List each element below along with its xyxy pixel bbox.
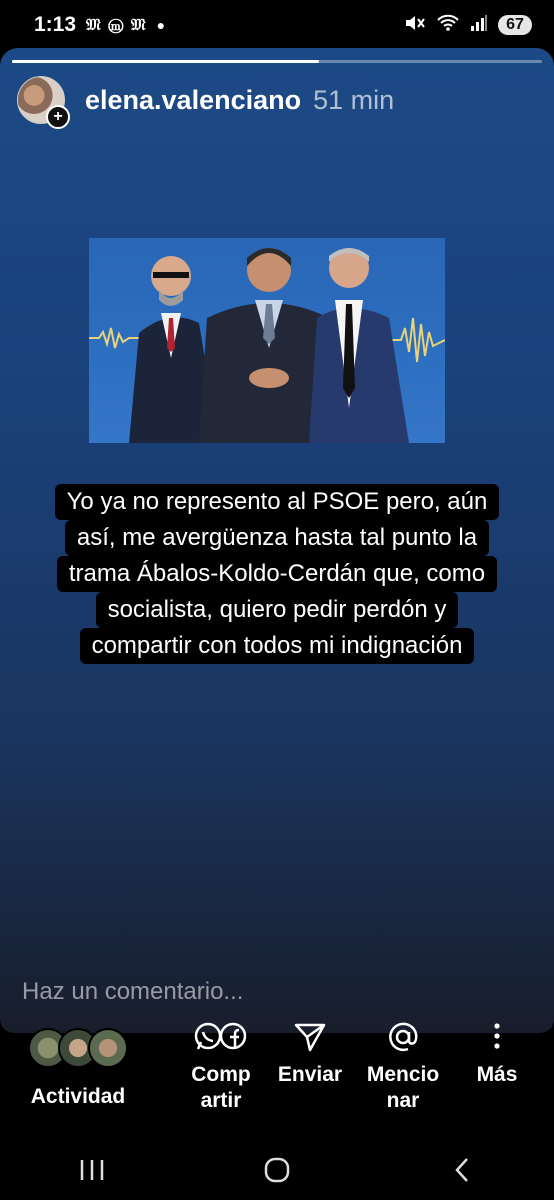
more-notifications-dot: ● bbox=[156, 17, 166, 33]
more-vertical-icon bbox=[462, 1020, 532, 1054]
mention-label-2: nar bbox=[386, 1089, 420, 1112]
activity-label: Actividad bbox=[30, 1085, 126, 1108]
send-icon bbox=[270, 1020, 350, 1054]
mute-icon bbox=[404, 13, 426, 38]
recent-apps-button[interactable] bbox=[62, 1150, 122, 1190]
add-story-plus-icon[interactable]: + bbox=[46, 105, 70, 129]
caption-line: compartir con todos mi indignación bbox=[79, 628, 475, 664]
wifi-icon bbox=[436, 13, 460, 38]
battery-indicator: 67 bbox=[498, 15, 532, 35]
activity-button[interactable]: Actividad bbox=[18, 1028, 138, 1110]
caption-line: así, me avergüenza hasta tal punto la bbox=[64, 520, 490, 556]
at-sign-icon bbox=[356, 1020, 450, 1054]
notification-icons: 𝔐 ⓜ 𝔐 bbox=[86, 15, 147, 34]
home-icon bbox=[264, 1157, 290, 1183]
caption-line: Yo ya no represento al PSOE pero, aún bbox=[54, 484, 500, 520]
home-button[interactable] bbox=[247, 1150, 307, 1190]
whatsapp-facebook-icon bbox=[180, 1020, 262, 1054]
send-label: Enviar bbox=[277, 1063, 343, 1086]
story-card[interactable]: + elena.valenciano 51 min Yo ya no repre… bbox=[0, 48, 554, 1033]
mention-label-1: Mencio bbox=[366, 1063, 440, 1086]
story-action-bar: Actividad Comp artir Enviar Mencio nar M… bbox=[0, 1020, 554, 1140]
activity-viewer-avatars bbox=[18, 1028, 138, 1068]
more-button[interactable]: Más bbox=[462, 1020, 532, 1088]
avatar[interactable]: + bbox=[17, 76, 70, 129]
person-right bbox=[309, 248, 409, 443]
status-time: 1:13 bbox=[34, 13, 77, 36]
story-time-ago: 51 min bbox=[313, 84, 395, 115]
system-nav-bar bbox=[0, 1140, 554, 1200]
sound-wave-left bbox=[89, 327, 139, 349]
sound-wave-right bbox=[389, 317, 445, 363]
status-bar: 1:13 𝔐 ⓜ 𝔐 ● 67 bbox=[0, 0, 554, 50]
story-progress-bar bbox=[12, 60, 542, 63]
signal-icon bbox=[470, 14, 488, 37]
story-username[interactable]: elena.valenciano bbox=[85, 85, 301, 116]
story-photo bbox=[89, 238, 445, 443]
share-label-1: Comp bbox=[191, 1063, 251, 1086]
story-caption: Yo ya no represento al PSOE pero, aún as… bbox=[0, 484, 554, 664]
back-button[interactable] bbox=[432, 1150, 492, 1190]
send-button[interactable]: Enviar bbox=[270, 1020, 350, 1088]
story-progress-fill bbox=[12, 60, 320, 63]
caption-line: trama Ábalos-Koldo-Cerdán que, como bbox=[56, 556, 498, 592]
mention-button[interactable]: Mencio nar bbox=[356, 1020, 450, 1114]
viewer-avatar bbox=[88, 1028, 128, 1068]
comment-input[interactable]: Haz un comentario... bbox=[22, 978, 243, 1006]
more-label: Más bbox=[476, 1063, 518, 1086]
recent-apps-icon bbox=[81, 1160, 104, 1180]
story-header: + elena.valenciano 51 min bbox=[17, 76, 395, 129]
share-button[interactable]: Comp artir bbox=[180, 1020, 262, 1114]
share-label-2: artir bbox=[200, 1089, 242, 1112]
back-icon bbox=[454, 1158, 468, 1182]
caption-line: socialista, quiero pedir perdón y bbox=[95, 592, 459, 628]
